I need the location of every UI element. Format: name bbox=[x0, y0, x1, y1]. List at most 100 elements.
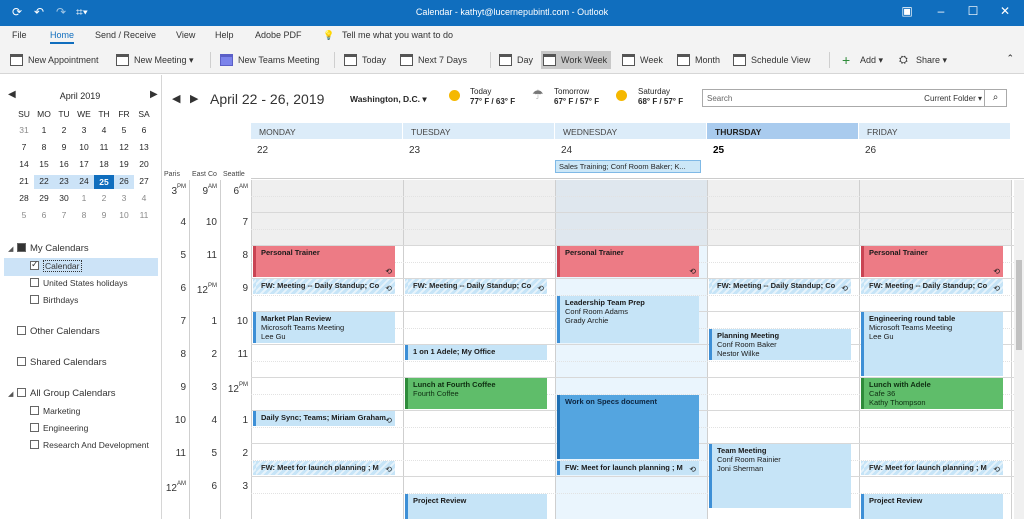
mini-calendar-day[interactable]: 25 bbox=[94, 175, 114, 189]
day-header-wednesday[interactable]: WEDNESDAY bbox=[555, 123, 707, 139]
group-checkbox[interactable] bbox=[17, 243, 26, 252]
other-calendars-checkbox[interactable] bbox=[17, 326, 26, 335]
prev-week-icon[interactable]: ◀ bbox=[172, 92, 180, 105]
engineering-folder[interactable]: Engineering bbox=[30, 423, 88, 433]
birthdays-folder[interactable]: Birthdays bbox=[30, 295, 78, 305]
calendar-event[interactable]: 1 on 1 Adele; My Office bbox=[405, 345, 547, 360]
day-view-button[interactable]: Day bbox=[497, 51, 533, 69]
all-group-checkbox[interactable] bbox=[17, 388, 26, 397]
new-teams-meeting-button[interactable]: New Teams Meeting bbox=[218, 51, 319, 69]
calendar-event[interactable]: Planning Meeting Conf Room Baker Nestor Wi… bbox=[709, 328, 851, 360]
rnd-checkbox[interactable] bbox=[30, 440, 39, 449]
mini-calendar-day[interactable]: 1 bbox=[74, 193, 94, 203]
calendar-event[interactable]: Leadership Team Prep Conf Room Adams Grady… bbox=[557, 295, 699, 343]
calendar-checkbox[interactable] bbox=[30, 259, 39, 270]
mini-calendar-day[interactable]: 18 bbox=[94, 159, 114, 169]
mini-calendar-day[interactable]: 10 bbox=[74, 142, 94, 152]
week-view-button[interactable]: Week bbox=[620, 51, 663, 69]
tell-me-box[interactable]: Tell me what you want to do bbox=[342, 30, 453, 40]
collapse-ribbon-icon[interactable]: ⌃ bbox=[1006, 53, 1014, 64]
mini-calendar-day[interactable]: 3 bbox=[114, 193, 134, 203]
search-box[interactable]: Search Current Folder ▾ ⌕ bbox=[702, 89, 1007, 107]
birthdays-checkbox[interactable] bbox=[30, 295, 39, 304]
next-7-days-button[interactable]: Next 7 Days bbox=[398, 51, 467, 69]
us-holidays-folder[interactable]: United States holidays bbox=[30, 278, 128, 288]
share-calendar-button[interactable]: ⛭ Share ▾ bbox=[896, 51, 947, 69]
mini-calendar-day[interactable]: 21 bbox=[14, 176, 34, 186]
mini-calendar-day[interactable]: 3 bbox=[74, 125, 94, 135]
next-week-icon[interactable]: ▶ bbox=[190, 92, 198, 105]
menu-view[interactable]: View bbox=[176, 30, 195, 40]
calendar-event[interactable]: FW: Meeting -- Daily Standup; Co ⟲ bbox=[405, 279, 547, 294]
calendar-folder[interactable]: Calendar bbox=[30, 259, 82, 272]
schedule-view-button[interactable]: Schedule View bbox=[731, 51, 810, 69]
mini-calendar-day[interactable]: 20 bbox=[134, 159, 154, 169]
new-meeting-button[interactable]: New Meeting ▾ bbox=[114, 51, 194, 69]
search-icon[interactable]: ⌕ bbox=[984, 90, 1006, 106]
ribbon-display-icon[interactable]: ▣ bbox=[892, 4, 922, 18]
mini-calendar-day[interactable]: 9 bbox=[94, 210, 114, 220]
mini-calendar-day[interactable]: 13 bbox=[134, 142, 154, 152]
marketing-folder[interactable]: Marketing bbox=[30, 406, 80, 416]
shared-calendars-checkbox[interactable] bbox=[17, 357, 26, 366]
mini-calendar-day[interactable]: 6 bbox=[34, 210, 54, 220]
calendar-event[interactable]: Personal Trainer ⟲ bbox=[557, 246, 699, 277]
mini-calendar-day[interactable]: 8 bbox=[74, 210, 94, 220]
day-header-thursday[interactable]: THURSDAY bbox=[707, 123, 859, 139]
mini-calendar-day[interactable]: 26 bbox=[114, 176, 134, 186]
calendar-event[interactable]: Team Meeting Conf Room Rainier Joni Sherma… bbox=[709, 444, 851, 508]
calendar-event[interactable]: Personal Trainer ⟲ bbox=[861, 246, 1003, 277]
mini-calendar-day[interactable]: 4 bbox=[134, 193, 154, 203]
mini-calendar-day[interactable]: 19 bbox=[114, 159, 134, 169]
mini-calendar-day[interactable]: 10 bbox=[114, 210, 134, 220]
mini-calendar-day[interactable]: 2 bbox=[54, 125, 74, 135]
vertical-scrollbar[interactable] bbox=[1014, 180, 1024, 519]
new-appointment-button[interactable]: New Appointment bbox=[8, 51, 99, 69]
mini-calendar-day[interactable]: 17 bbox=[74, 159, 94, 169]
all-day-area[interactable] bbox=[251, 139, 1024, 179]
us-holidays-checkbox[interactable] bbox=[30, 278, 39, 287]
next-month-icon[interactable]: ▶ bbox=[150, 89, 158, 100]
rnd-folder[interactable]: Research And Development bbox=[30, 440, 149, 450]
mini-calendar-day[interactable]: 1 bbox=[34, 125, 54, 135]
all-group-calendars-group[interactable]: ◢ All Group Calendars bbox=[8, 388, 116, 399]
mini-calendar-day[interactable]: 11 bbox=[134, 210, 154, 220]
month-view-button[interactable]: Month bbox=[675, 51, 720, 69]
mini-calendar-day[interactable]: 9 bbox=[54, 142, 74, 152]
mini-calendar-day[interactable]: 31 bbox=[14, 125, 34, 135]
mini-calendar-day[interactable]: 14 bbox=[14, 159, 34, 169]
mini-calendar-day[interactable]: 2 bbox=[94, 193, 114, 203]
calendar-event[interactable]: Project Review bbox=[405, 493, 547, 519]
weather-today[interactable]: Today 77° F / 63° F bbox=[470, 87, 515, 107]
work-week-view-button[interactable]: Work Week bbox=[541, 51, 612, 69]
menu-file[interactable]: File bbox=[12, 30, 27, 40]
day-header-monday[interactable]: MONDAY bbox=[251, 123, 403, 139]
mini-calendar-day[interactable]: 11 bbox=[94, 142, 114, 152]
scrollbar-thumb[interactable] bbox=[1016, 260, 1022, 350]
engineering-checkbox[interactable] bbox=[30, 423, 39, 432]
mini-calendar-day[interactable]: 24 bbox=[74, 176, 94, 186]
search-scope-dropdown[interactable]: Current Folder ▾ bbox=[924, 94, 982, 103]
day-header-friday[interactable]: FRIDAY bbox=[859, 123, 1011, 139]
day-header-tuesday[interactable]: TUESDAY bbox=[403, 123, 555, 139]
calendar-event[interactable]: Market Plan Review Microsoft Teams Meetin… bbox=[253, 312, 395, 343]
today-button[interactable]: Today bbox=[342, 51, 386, 69]
prev-month-icon[interactable]: ◀ bbox=[8, 89, 16, 100]
calendar-event[interactable]: Engineering round table Microsoft Teams M… bbox=[861, 312, 1003, 376]
calendar-event[interactable]: FW: Meet for launch planning ; M ⟲ bbox=[557, 460, 699, 475]
my-calendars-group[interactable]: ◢ My Calendars bbox=[8, 243, 89, 254]
mini-calendar-day[interactable]: 29 bbox=[34, 193, 54, 203]
mini-calendar-day[interactable]: 7 bbox=[14, 142, 34, 152]
add-calendar-button[interactable]: + Add ▾ bbox=[838, 51, 883, 69]
other-calendars-group[interactable]: Other Calendars bbox=[17, 326, 100, 337]
all-day-event[interactable]: Sales Training; Conf Room Baker; K... bbox=[555, 160, 701, 173]
calendar-event[interactable]: FW: Meeting -- Daily Standup; Co ⟲ bbox=[253, 279, 395, 294]
weather-tomorrow[interactable]: Tomorrow 67° F / 57° F bbox=[554, 87, 599, 107]
calendar-event[interactable]: Daily Sync; Teams; Miriam Graham ⟲ bbox=[253, 411, 395, 426]
mini-calendar-day[interactable]: 7 bbox=[54, 210, 74, 220]
maximize-button[interactable]: ☐ bbox=[958, 4, 988, 18]
marketing-checkbox[interactable] bbox=[30, 406, 39, 415]
menu-send-receive[interactable]: Send / Receive bbox=[95, 30, 156, 40]
mini-calendar-day[interactable]: 8 bbox=[34, 142, 54, 152]
menu-help[interactable]: Help bbox=[215, 30, 234, 40]
